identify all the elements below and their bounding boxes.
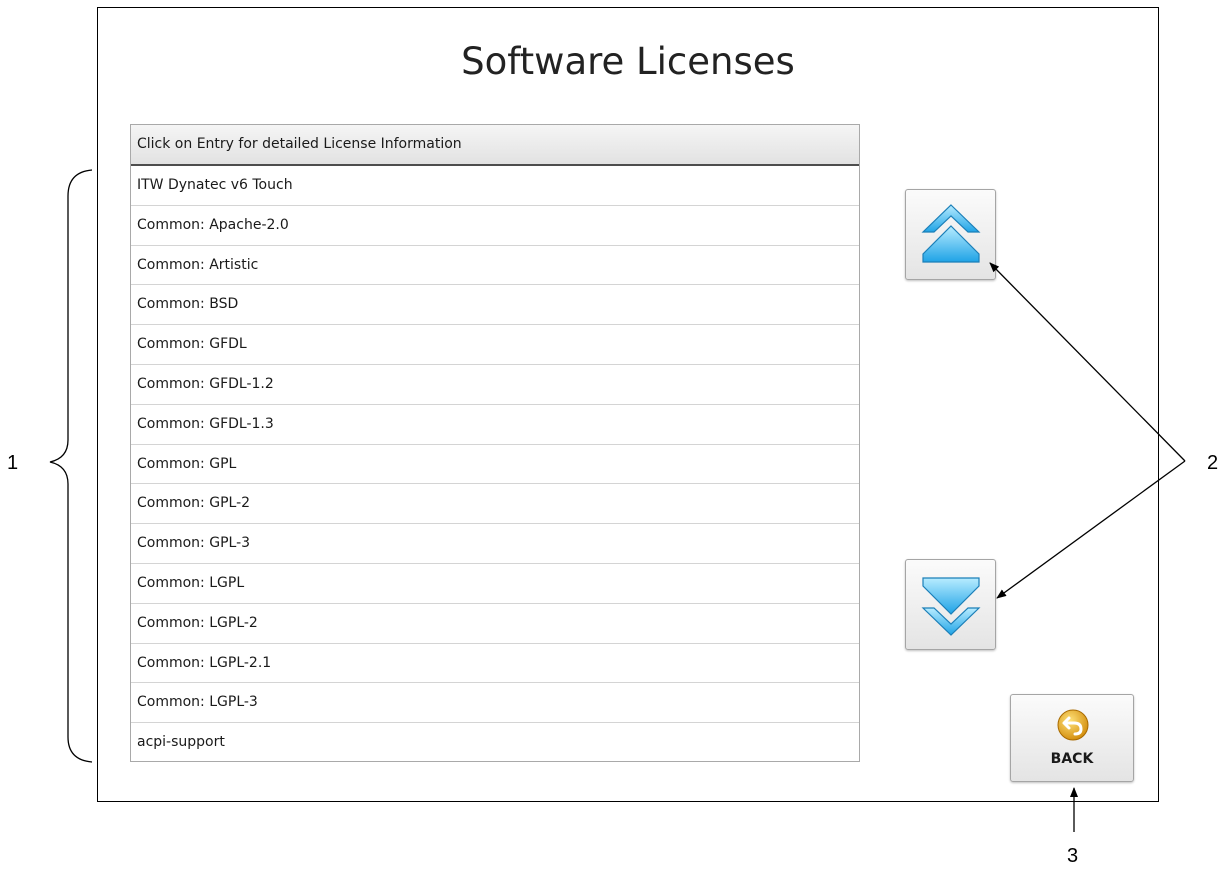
callout-label-1: 1: [7, 452, 19, 474]
callout-arrow-up: [989, 262, 1186, 462]
callout-bracket: [49, 169, 93, 763]
callout-lines: [49, 169, 1186, 832]
callout-label-3: 3: [1067, 845, 1079, 867]
callout-label-2: 2: [1207, 452, 1219, 474]
callout-arrow-down: [996, 460, 1186, 599]
